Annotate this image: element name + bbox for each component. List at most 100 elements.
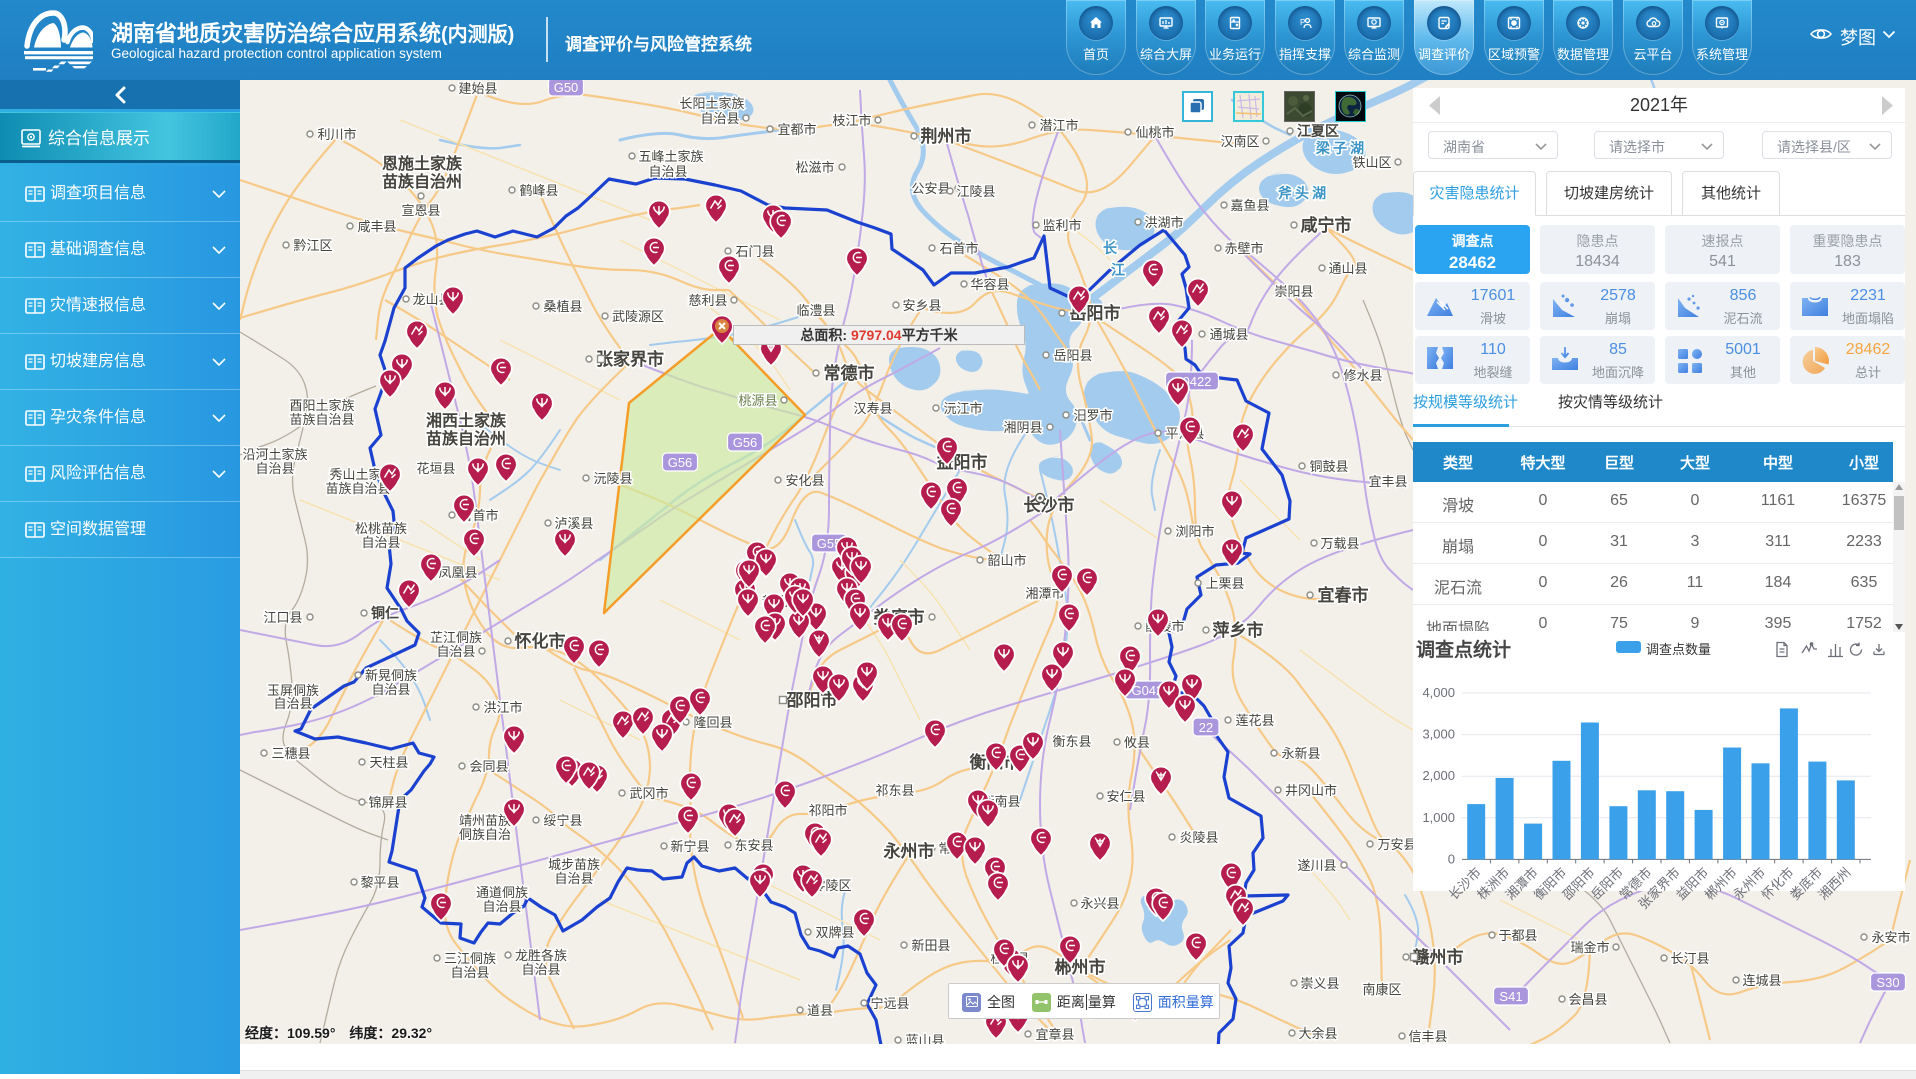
svg-text:22: 22 xyxy=(1199,720,1213,735)
svg-text:宜丰县: 宜丰县 xyxy=(1368,471,1407,490)
svg-text:荆州市: 荆州市 xyxy=(921,122,972,147)
svg-text:枝江市: 枝江市 xyxy=(832,110,871,129)
svg-text:新宁县: 新宁县 xyxy=(670,836,709,855)
svg-text:岳阳县: 岳阳县 xyxy=(1053,345,1092,364)
svg-text:武陵源区: 武陵源区 xyxy=(612,306,664,325)
svg-text:石首市: 石首市 xyxy=(939,238,978,257)
svg-text:自治县: 自治县 xyxy=(255,458,294,477)
svg-text:咸宁市: 咸宁市 xyxy=(1301,211,1352,236)
svg-text:沅陵县: 沅陵县 xyxy=(593,468,632,487)
svg-text:万载县: 万载县 xyxy=(1320,533,1359,552)
svg-text:衡东县: 衡东县 xyxy=(1052,731,1091,750)
svg-text:3,000: 3,000 xyxy=(1422,727,1455,742)
svg-text:怀化市: 怀化市 xyxy=(515,627,566,652)
svg-text:蓝山县: 蓝山县 xyxy=(905,1030,944,1044)
svg-text:永州市: 永州市 xyxy=(883,837,935,862)
svg-text:宣恩县: 宣恩县 xyxy=(401,200,440,219)
svg-text:汉寿县: 汉寿县 xyxy=(853,398,892,417)
svg-text:安仁县: 安仁县 xyxy=(1106,786,1145,805)
svg-text:井冈山市: 井冈山市 xyxy=(1285,780,1337,799)
svg-text:桑植县: 桑植县 xyxy=(543,296,582,315)
svg-text:通城县: 通城县 xyxy=(1209,324,1248,343)
svg-text:安化县: 安化县 xyxy=(785,470,824,489)
svg-text:绥宁县: 绥宁县 xyxy=(543,810,582,829)
svg-text:G56: G56 xyxy=(668,455,693,470)
svg-text:永兴县: 永兴县 xyxy=(1080,893,1119,912)
svg-text:洪湖市: 洪湖市 xyxy=(1144,212,1183,231)
svg-text:苗族自治县: 苗族自治县 xyxy=(289,409,354,428)
svg-text:建始县: 建始县 xyxy=(458,80,497,97)
svg-text:湘阴县: 湘阴县 xyxy=(1003,417,1042,436)
svg-text:浏阳市: 浏阳市 xyxy=(1175,521,1214,540)
svg-text:铜鼓县: 铜鼓县 xyxy=(1309,456,1348,475)
svg-text:自治县: 自治县 xyxy=(436,641,475,660)
svg-text:苗族自治州: 苗族自治州 xyxy=(382,168,462,192)
svg-text:S30: S30 xyxy=(1876,975,1899,990)
svg-text:道县: 道县 xyxy=(807,1000,833,1019)
svg-text:桃源县: 桃源县 xyxy=(738,390,777,409)
svg-text:祁东县: 祁东县 xyxy=(875,780,914,799)
svg-text:2,000: 2,000 xyxy=(1422,768,1455,783)
svg-text:双牌县: 双牌县 xyxy=(815,922,854,941)
svg-text:锦屏县: 锦屏县 xyxy=(368,792,407,811)
svg-text:会同县: 会同县 xyxy=(469,756,508,775)
svg-text:信丰县: 信丰县 xyxy=(1408,1026,1447,1044)
svg-text:自治县: 自治县 xyxy=(371,679,410,698)
svg-text:长: 长 xyxy=(1103,238,1118,258)
svg-text:宜章县: 宜章县 xyxy=(1035,1024,1074,1043)
svg-text:永新县: 永新县 xyxy=(1281,743,1320,762)
svg-text:黎平县: 黎平县 xyxy=(360,872,399,891)
svg-text:自治县: 自治县 xyxy=(521,959,560,978)
svg-text:自治县: 自治县 xyxy=(648,161,687,180)
svg-text:张家界市: 张家界市 xyxy=(596,345,664,370)
svg-text:汨罗市: 汨罗市 xyxy=(1073,405,1112,424)
svg-text:自治县: 自治县 xyxy=(482,896,521,915)
svg-text:长沙市: 长沙市 xyxy=(1024,491,1075,516)
svg-text:宁远县: 宁远县 xyxy=(870,993,909,1012)
svg-text:大余县: 大余县 xyxy=(1298,1023,1337,1042)
svg-text:会昌县: 会昌县 xyxy=(1568,989,1607,1008)
svg-text:斧 头 湖: 斧 头 湖 xyxy=(1278,183,1326,203)
svg-text:0: 0 xyxy=(1448,851,1455,866)
svg-text:南康区: 南康区 xyxy=(1362,979,1401,998)
svg-text:咸丰县: 咸丰县 xyxy=(357,216,396,235)
svg-text:武冈市: 武冈市 xyxy=(629,783,668,802)
svg-text:仙桃市: 仙桃市 xyxy=(1135,122,1174,141)
svg-text:自治县: 自治县 xyxy=(273,693,312,712)
svg-text:自治县: 自治县 xyxy=(700,108,739,127)
svg-text:G50: G50 xyxy=(554,80,579,95)
svg-text:赤壁市: 赤壁市 xyxy=(1224,238,1263,257)
svg-text:华容县: 华容县 xyxy=(970,274,1009,293)
svg-text:江陵县: 江陵县 xyxy=(956,181,995,200)
svg-text:攸县: 攸县 xyxy=(1124,732,1150,751)
svg-text:通山县: 通山县 xyxy=(1328,258,1367,277)
svg-text:梁 子 湖: 梁 子 湖 xyxy=(1315,138,1364,158)
svg-text:松滋市: 松滋市 xyxy=(795,157,834,176)
svg-text:自治县: 自治县 xyxy=(554,868,593,887)
svg-text:江: 江 xyxy=(1111,260,1125,280)
svg-text:G56: G56 xyxy=(733,435,758,450)
svg-text:连城县: 连城县 xyxy=(1742,970,1781,989)
svg-text:鹤峰县: 鹤峰县 xyxy=(519,180,558,199)
svg-text:沅江市: 沅江市 xyxy=(943,398,982,417)
svg-text:监利市: 监利市 xyxy=(1042,215,1081,234)
svg-text:自治县: 自治县 xyxy=(450,962,489,981)
svg-text:万安县: 万安县 xyxy=(1377,834,1416,853)
svg-text:崇义县: 崇义县 xyxy=(1300,973,1339,992)
svg-text:侗族自治: 侗族自治 xyxy=(459,824,511,843)
svg-text:4,000: 4,000 xyxy=(1422,685,1455,700)
svg-text:常德市: 常德市 xyxy=(824,359,875,384)
svg-text:莲花县: 莲花县 xyxy=(1235,710,1274,729)
svg-text:洪江市: 洪江市 xyxy=(483,697,522,716)
svg-text:祁阳市: 祁阳市 xyxy=(808,800,847,819)
svg-text:苗族自治州: 苗族自治州 xyxy=(426,425,506,449)
svg-text:铜仁: 铜仁 xyxy=(371,603,399,623)
svg-text:自治县: 自治县 xyxy=(361,532,400,551)
svg-text:公安县: 公安县 xyxy=(911,178,950,197)
svg-text:韶山市: 韶山市 xyxy=(987,550,1026,569)
svg-text:临澧县: 临澧县 xyxy=(796,300,835,319)
svg-text:慈利县: 慈利县 xyxy=(688,290,727,309)
svg-text:东安县: 东安县 xyxy=(734,835,773,854)
svg-text:遂川县: 遂川县 xyxy=(1297,855,1336,874)
svg-text:新田县: 新田县 xyxy=(911,935,950,954)
